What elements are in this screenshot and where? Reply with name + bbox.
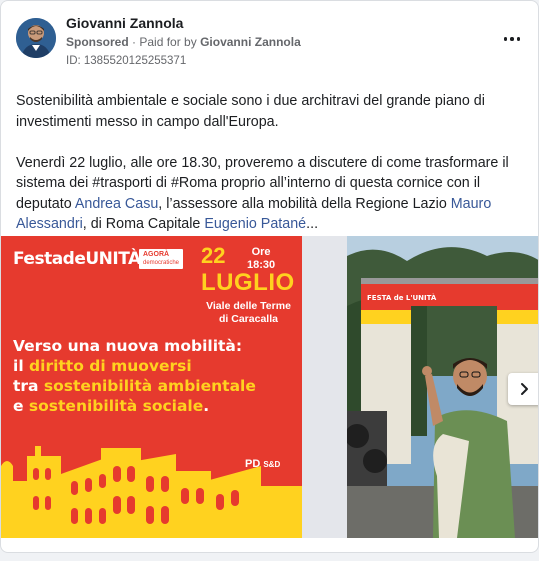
headline-line-1: Verso una nuova mobilità: [13,337,243,355]
image-carousel[interactable]: FestadeUNITÀ AGORÀ democratiche 22 Ore 1… [1,236,538,538]
carousel-next-button[interactable] [508,373,538,405]
sponsored-line: Sponsored · Paid for by Giovanni Zannola [66,35,301,49]
pd-logo-text: PD [245,458,261,470]
more-dot [510,37,514,41]
sponsored-label: Sponsored [66,35,129,49]
carousel-slide-event-poster[interactable]: FestadeUNITÀ AGORÀ democratiche 22 Ore 1… [1,236,302,538]
avatar-photo [16,18,56,58]
text-run-highlight: sostenibilità sociale [28,397,204,415]
event-day: 22 [201,243,226,268]
see-more-ellipsis[interactable]: ... [306,216,318,232]
post-paragraph-2: Venerdì 22 luglio, alle ore 18.30, prove… [16,153,521,235]
author-name[interactable]: Giovanni Zannola [66,15,183,31]
gate-sign: FESTA de L'UNITÀ [367,293,437,302]
event-venue: Viale delle Terme di Caracalla [206,300,291,325]
text-run: tra [13,377,44,395]
text-run: , l’assessore alla mobilità della Region… [158,195,451,212]
ad-id: ID: 1385520125255371 [66,55,187,67]
text-run-highlight: diritto di muoversi [29,357,192,375]
link-andrea-casu[interactable]: Andrea Casu [75,196,158,212]
author-avatar[interactable] [16,18,56,58]
agora-title: AGORÀ [143,251,170,258]
headline-line-4: e sostenibilità sociale. [13,396,298,416]
agora-badge: AGORÀ democratiche [139,249,184,269]
text-run: . [203,397,210,415]
agora-subtitle: democratiche [143,260,180,266]
sd-logo-text: S&D [263,460,281,469]
headline-line-2: il diritto di muoversi [13,356,298,376]
more-horizontal-icon [503,37,508,41]
pd-logo: PD S&D [245,458,280,470]
text-run: , di Roma Capitale [82,216,205,232]
more-options-button[interactable] [500,29,524,49]
ore-label: Ore [251,246,271,258]
headline-line-3: tra sostenibilità ambientale [13,376,298,396]
separator-dot: · [132,35,137,49]
text-run: e [13,397,29,415]
festa-unita-logo: FestadeUNITÀ [13,249,141,269]
carousel-gap [302,236,347,538]
more-dot [516,37,521,41]
rome-skyline-illustration [1,446,302,538]
link-eugenio-patane[interactable]: Eugenio Patané [204,216,306,232]
text-run-highlight: sostenibilità ambientale [43,377,256,395]
poster-headline: Verso una nuova mobilità: il diritto di … [13,336,298,416]
ad-card: Giovanni Zannola Sponsored · Paid for by… [0,0,539,553]
paid-for-prefix: Paid for by [139,35,197,49]
chevron-right-icon [521,383,528,395]
text-run: il [13,357,30,375]
paid-for-name: Giovanni Zannola [200,35,301,49]
post-paragraph-1: Sostenibilità ambientale e sociale sono … [16,93,485,130]
post-text: Sostenibilità ambientale e sociale sono … [16,91,521,255]
event-month: LUGLIO [201,269,295,296]
